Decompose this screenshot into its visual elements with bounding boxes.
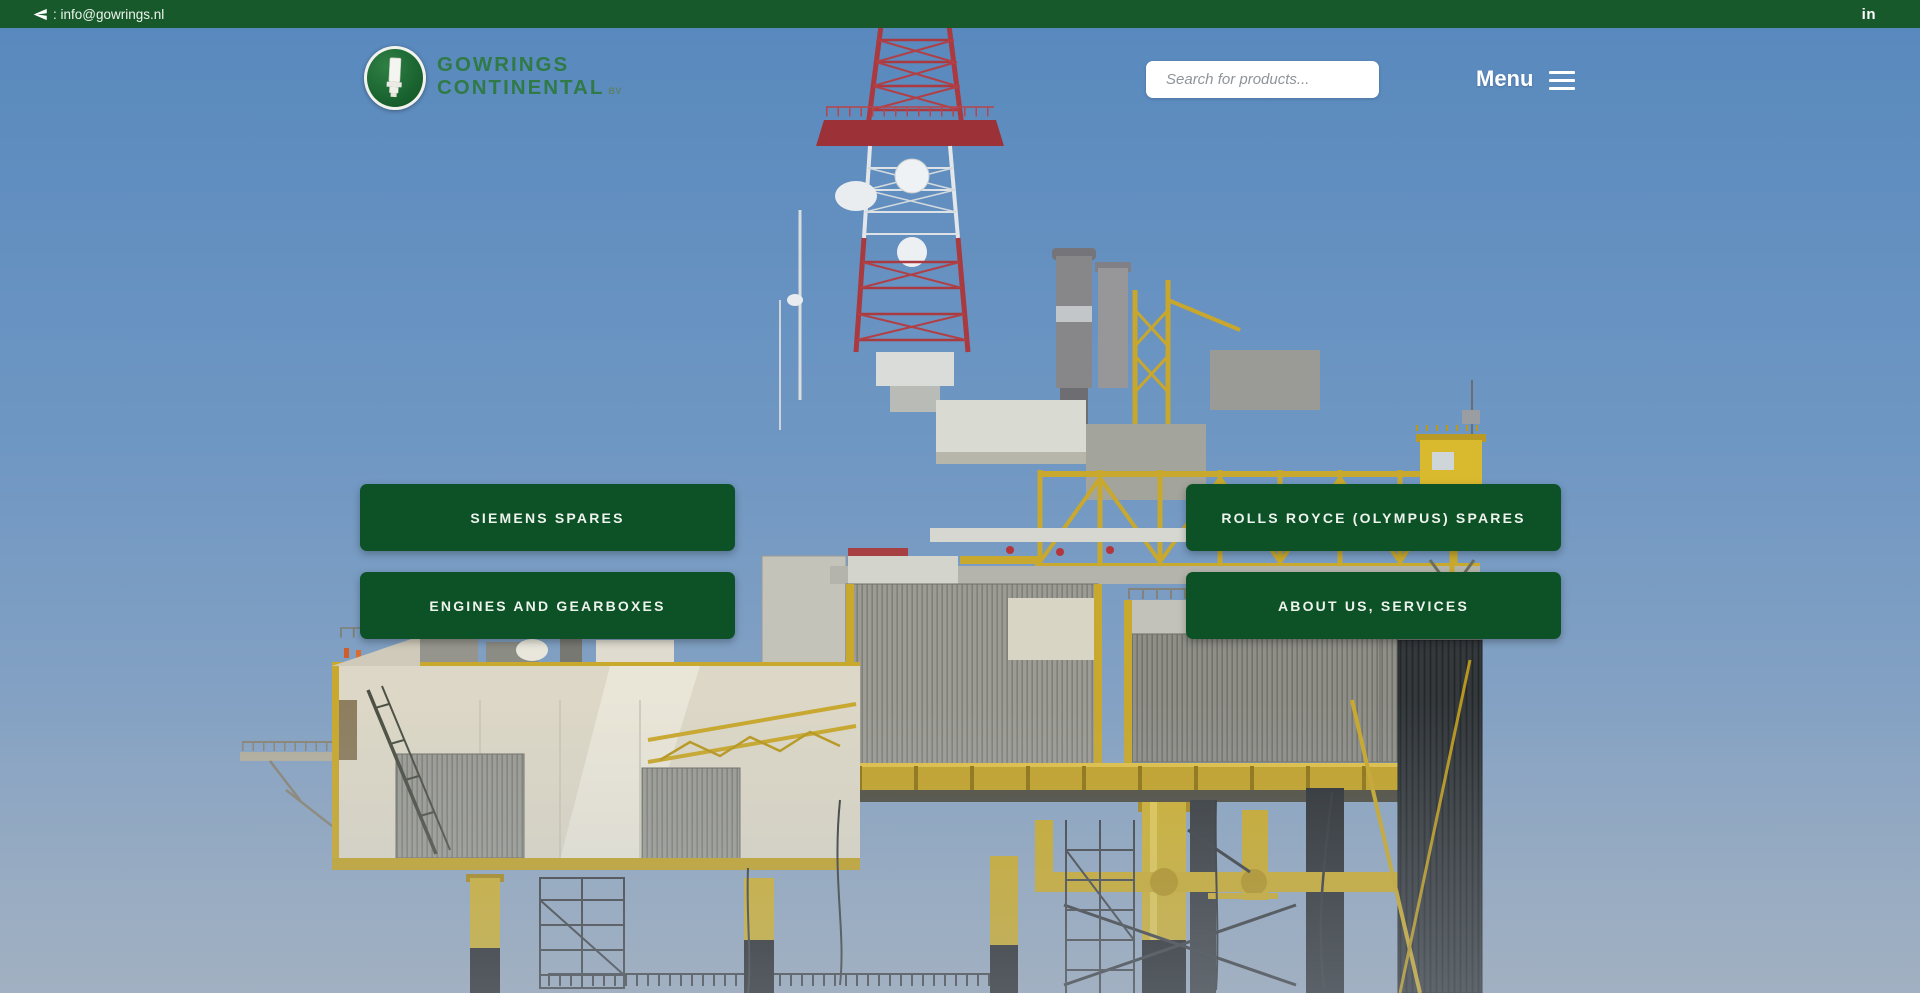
email-link[interactable]: : info@gowrings.nl (33, 7, 164, 22)
menu-label: Menu (1476, 66, 1533, 92)
hero-image (0, 0, 1920, 993)
injector-icon (382, 56, 408, 100)
engines-gearboxes-button[interactable]: ENGINES AND GEARBOXES (360, 572, 735, 639)
about-us-services-button[interactable]: ABOUT US, SERVICES (1186, 572, 1561, 639)
rolls-royce-spares-button[interactable]: ROLLS ROYCE (OLYMPUS) SPARES (1186, 484, 1561, 551)
hamburger-icon (1549, 69, 1575, 90)
email-text: : info@gowrings.nl (53, 7, 164, 22)
siemens-spares-button[interactable]: SIEMENS SPARES (360, 484, 735, 551)
logo-line1: GOWRINGS (437, 54, 622, 77)
linkedin-icon[interactable]: in (1862, 6, 1876, 23)
horizon-haze (0, 700, 1920, 993)
menu-button[interactable]: Menu (1476, 66, 1575, 92)
oil-rig-illustration (0, 0, 1920, 993)
search-input[interactable] (1164, 70, 1369, 89)
top-bar: : info@gowrings.nl in (0, 0, 1920, 28)
logo-mark-icon (364, 46, 426, 110)
logo[interactable]: GOWRINGS CONTINENTAL BV (364, 46, 622, 110)
logo-suffix: BV (608, 87, 622, 97)
logo-line2: CONTINENTAL (437, 77, 604, 100)
logo-wordmark: GOWRINGS CONTINENTAL BV (437, 54, 622, 99)
product-search (1146, 61, 1379, 98)
paper-plane-icon (33, 7, 48, 22)
